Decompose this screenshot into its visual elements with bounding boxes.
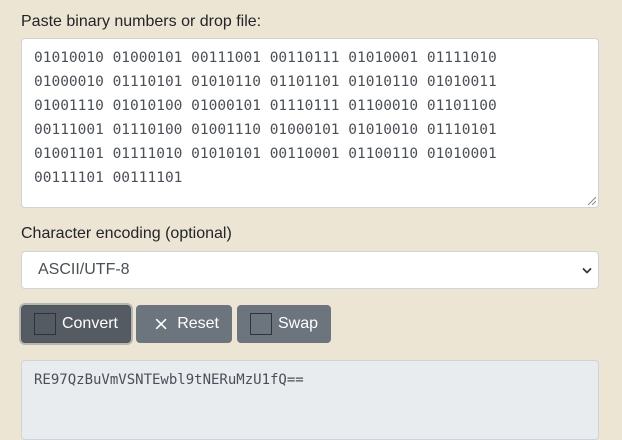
square-icon [34,313,56,335]
convert-button[interactable]: Convert [21,305,131,343]
reset-button[interactable]: Reset [136,305,232,343]
binary-input-textarea[interactable]: 01010010 01000101 00111001 00110111 0101… [21,38,599,208]
encoding-label: Character encoding (optional) [21,225,232,242]
encoding-select[interactable]: ASCII/UTF-8 [21,251,599,289]
reset-button-label: Reset [177,315,219,332]
encoding-selected-value: ASCII/UTF-8 [38,261,130,278]
swap-button-label: Swap [277,315,318,332]
swap-button[interactable]: Swap [237,305,331,343]
close-icon [155,318,167,330]
chevron-down-icon [582,268,592,274]
square-icon [250,313,272,335]
input-label: Paste binary numbers or drop file: [21,13,262,30]
output-textarea[interactable]: RE97QzBuVmVSNTEwbl9tNERuMzU1fQ== [21,360,599,440]
resize-grip-icon[interactable] [587,196,596,205]
convert-button-label: Convert [61,315,118,332]
output-text: RE97QzBuVmVSNTEwbl9tNERuMzU1fQ== [34,372,304,388]
binary-input-text: 01010010 01000101 00111001 00110111 0101… [34,50,497,186]
